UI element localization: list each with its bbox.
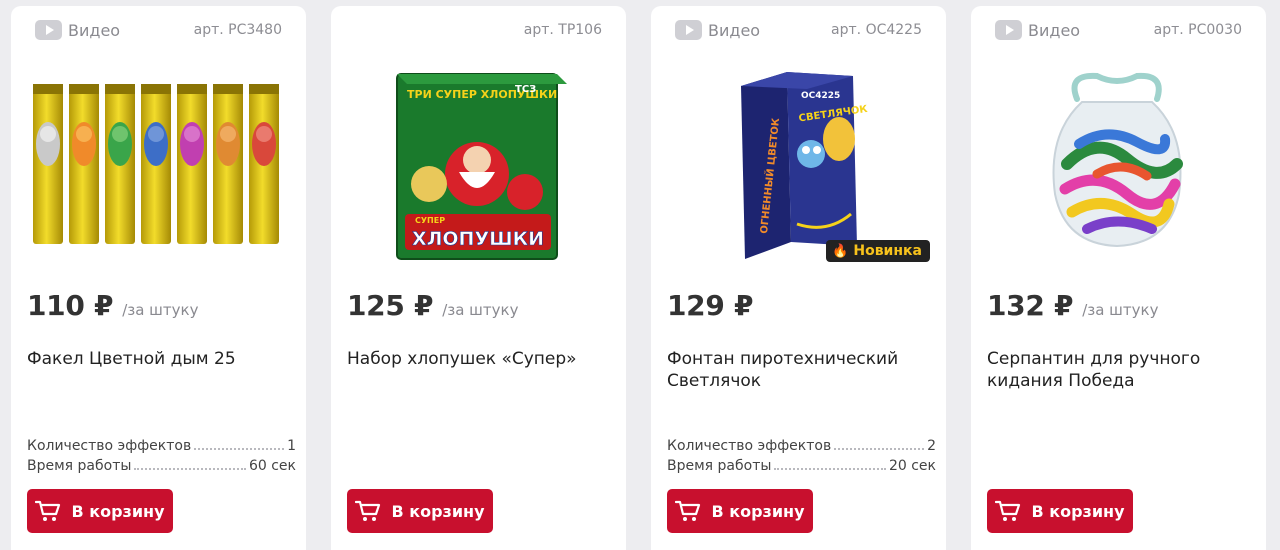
article-number: арт. РС0030 bbox=[1153, 22, 1242, 38]
cart-icon bbox=[35, 500, 61, 521]
product-title[interactable]: Набор хлопушек «Супер» bbox=[347, 348, 606, 370]
video-label: Видео bbox=[68, 20, 121, 40]
add-to-cart-label: В корзину bbox=[711, 501, 805, 521]
spec-leader bbox=[774, 468, 886, 470]
serpentine-bag-image bbox=[1052, 72, 1183, 248]
video-label: Видео bbox=[708, 20, 761, 40]
play-icon bbox=[675, 20, 702, 40]
spec-leader bbox=[134, 468, 246, 470]
video-button[interactable]: Видео bbox=[35, 20, 120, 40]
spec-value: 60 сек bbox=[248, 458, 296, 474]
card-header: Видео арт. ОС4225 bbox=[651, 6, 946, 56]
article-number: арт. ОС4225 bbox=[831, 22, 922, 38]
spec-label: Количество эффектов bbox=[667, 438, 832, 454]
spec-row: Количество эффектов 1 bbox=[27, 438, 296, 458]
smoke-torches-image bbox=[33, 84, 279, 244]
spec-value: 2 bbox=[927, 438, 936, 454]
cart-icon bbox=[675, 500, 701, 521]
product-card: Видео арт. РС0030 132 ₽ /за штуку Серпан… bbox=[971, 6, 1266, 550]
article-number: арт. ТР106 bbox=[523, 22, 602, 38]
price-unit: /за штуку bbox=[122, 301, 199, 319]
video-button[interactable]: Видео bbox=[995, 20, 1080, 40]
card-header: арт. ТР106 bbox=[331, 6, 626, 56]
spec-row: Количество эффектов 2 bbox=[667, 438, 936, 458]
article-number: арт. РС3480 bbox=[193, 22, 282, 38]
video-button[interactable]: Видео bbox=[675, 20, 760, 40]
product-title[interactable]: Серпантин для ручного кидания Победа bbox=[987, 348, 1246, 392]
svg-text:ТСЗ: ТСЗ bbox=[515, 84, 536, 95]
flame-icon: 🔥 bbox=[832, 243, 849, 259]
spec-leader bbox=[194, 448, 285, 450]
svg-text:ХЛОПУШКИ: ХЛОПУШКИ bbox=[412, 228, 544, 250]
svg-text:ОС4225: ОС4225 bbox=[801, 91, 840, 101]
add-to-cart-label: В корзину bbox=[1031, 501, 1125, 521]
product-image[interactable] bbox=[987, 64, 1250, 264]
party-poppers-box-image: ТРИ СУПЕР ХЛОПУШКИ ТСЗ СУПЕР ХЛОПУШКИ bbox=[396, 73, 567, 260]
product-card: Видео арт. РС3480 110 ₽ /за штуку Факел … bbox=[11, 6, 306, 550]
product-image[interactable]: ОС4225 СВЕТЛЯЧОК ОГНЕННЫЙ ЦВЕТОК 🔥 Новин… bbox=[667, 64, 930, 264]
spec-label: Время работы bbox=[27, 458, 132, 474]
spec-value: 1 bbox=[287, 438, 296, 454]
add-to-cart-button[interactable]: В корзину bbox=[667, 489, 813, 533]
product-image[interactable] bbox=[27, 64, 290, 264]
price-row: 129 ₽ bbox=[667, 289, 753, 322]
play-icon bbox=[35, 20, 62, 40]
cart-icon bbox=[355, 500, 381, 521]
card-header: Видео арт. РС3480 bbox=[11, 6, 306, 56]
svg-text:СУПЕР: СУПЕР bbox=[415, 216, 445, 225]
price-row: 132 ₽ /за штуку bbox=[987, 289, 1158, 322]
spec-row: Время работы 20 сек bbox=[667, 458, 936, 478]
specs-list: Количество эффектов 1 Время работы 60 се… bbox=[27, 438, 296, 478]
product-card: арт. ТР106 ТРИ СУПЕР ХЛОПУШКИ ТСЗ СУПЕР … bbox=[331, 6, 626, 550]
price-row: 110 ₽ /за штуку bbox=[27, 289, 198, 322]
price: 129 ₽ bbox=[667, 289, 754, 322]
add-to-cart-button[interactable]: В корзину bbox=[347, 489, 493, 533]
add-to-cart-button[interactable]: В корзину bbox=[27, 489, 173, 533]
play-icon bbox=[995, 20, 1022, 40]
spec-label: Количество эффектов bbox=[27, 438, 192, 454]
fountain-box-image: ОС4225 СВЕТЛЯЧОК ОГНЕННЫЙ ЦВЕТОК bbox=[741, 72, 869, 259]
product-image[interactable]: ТРИ СУПЕР ХЛОПУШКИ ТСЗ СУПЕР ХЛОПУШКИ bbox=[347, 64, 610, 264]
spec-leader bbox=[834, 448, 925, 450]
price-row: 125 ₽ /за штуку bbox=[347, 289, 518, 322]
price: 110 ₽ bbox=[27, 289, 114, 322]
product-title[interactable]: Фонтан пиротехнический Светлячок bbox=[667, 348, 926, 392]
spec-value: 20 сек bbox=[888, 458, 936, 474]
card-header: Видео арт. РС0030 bbox=[971, 6, 1266, 56]
add-to-cart-label: В корзину bbox=[391, 501, 485, 521]
price-unit: /за штуку bbox=[442, 301, 519, 319]
price: 132 ₽ bbox=[987, 289, 1074, 322]
price-unit: /за штуку bbox=[1082, 301, 1159, 319]
video-label: Видео bbox=[1028, 20, 1081, 40]
spec-label: Время работы bbox=[667, 458, 772, 474]
price: 125 ₽ bbox=[347, 289, 434, 322]
product-card: Видео арт. ОС4225 ОС4225 СВЕТЛЯЧОК ОГНЕН… bbox=[651, 6, 946, 550]
add-to-cart-button[interactable]: В корзину bbox=[987, 489, 1133, 533]
spec-row: Время работы 60 сек bbox=[27, 458, 296, 478]
add-to-cart-label: В корзину bbox=[71, 501, 165, 521]
product-title[interactable]: Факел Цветной дым 25 bbox=[27, 348, 286, 370]
new-badge: 🔥 Новинка bbox=[826, 240, 930, 262]
specs-list: Количество эффектов 2 Время работы 20 се… bbox=[667, 438, 936, 478]
new-badge-label: Новинка bbox=[853, 243, 922, 259]
cart-icon bbox=[995, 500, 1021, 521]
